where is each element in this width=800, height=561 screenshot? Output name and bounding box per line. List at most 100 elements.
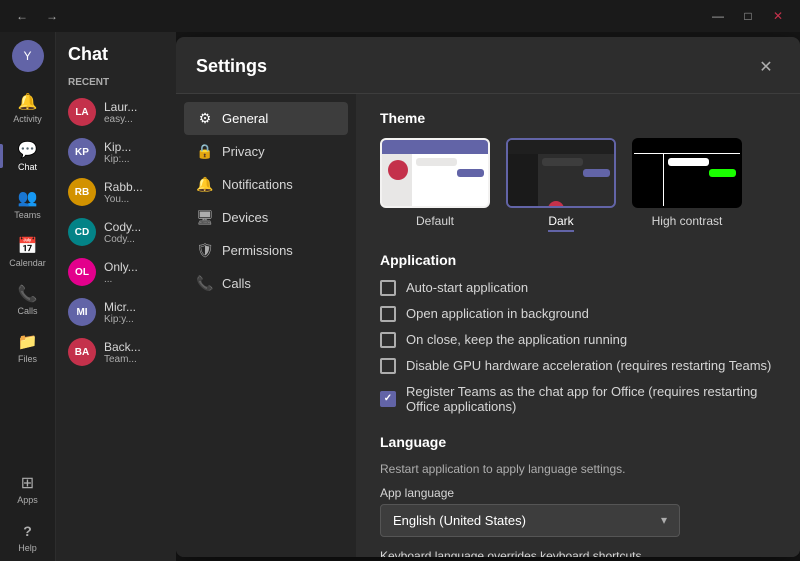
sidebar-item-files[interactable]: 📁 Files	[0, 324, 55, 372]
app-language-label: App language	[380, 486, 776, 500]
list-item[interactable]: RB Rabb... You...	[56, 172, 176, 212]
calls-icon: 📞	[18, 284, 38, 304]
sidebar-item-calls[interactable]: 📞 Calls	[0, 276, 55, 324]
checkbox-box-keep-running[interactable]	[380, 332, 396, 348]
theme-label-hc: High contrast	[652, 214, 723, 228]
teams-label: Teams	[14, 210, 41, 220]
left-nav: Y 🔔 Activity 💬 Chat 👥 Teams 📅 Calendar 📞…	[0, 32, 56, 561]
language-description: Restart application to apply language se…	[380, 462, 776, 476]
avatar: KP	[68, 138, 96, 166]
user-avatar[interactable]: Y	[12, 40, 44, 72]
notifications-label: Notifications	[222, 177, 293, 192]
language-section-title: Language	[380, 434, 776, 450]
checkbox-label-keep-running: On close, keep the application running	[406, 332, 627, 347]
calendar-icon: 📅	[18, 236, 38, 256]
theme-option-default[interactable]: Default	[380, 138, 490, 232]
checkbox-open-bg[interactable]: Open application in background	[380, 306, 776, 322]
sidebar-item-apps[interactable]: ⊞ Apps	[0, 465, 55, 513]
checkbox-label-disable-gpu: Disable GPU hardware acceleration (requi…	[406, 358, 771, 373]
application-section-title: Application	[380, 252, 776, 268]
main-content: 📞 🎥 ⋯ ⤢ wden now sToo at DT → Settin	[176, 32, 800, 561]
checkbox-register-teams[interactable]: Register Teams as the chat app for Offic…	[380, 384, 776, 414]
apps-label: Apps	[17, 495, 38, 505]
settings-nav-general[interactable]: ⚙ General	[184, 102, 348, 135]
maximize-button[interactable]: □	[734, 4, 762, 28]
sidebar-item-chat[interactable]: 💬 Chat	[0, 132, 55, 180]
contact-info: Micr... Kip:y...	[104, 300, 176, 325]
modal-header: Settings ✕	[176, 37, 800, 94]
settings-nav-notifications[interactable]: 🔔 Notifications	[184, 168, 348, 201]
settings-nav-permissions[interactable]: 🛡 Permissions	[184, 234, 348, 267]
calendar-label: Calendar	[9, 258, 46, 268]
checkbox-box-register-teams[interactable]	[380, 391, 396, 407]
sidebar: Chat Recent LA Laur... easy... KP Kip...…	[56, 32, 176, 561]
theme-preview-hc	[632, 138, 742, 208]
apps-icon: ⊞	[18, 473, 38, 493]
application-section: Auto-start application Open application …	[380, 280, 776, 414]
files-icon: 📁	[18, 332, 38, 352]
chat-label: Chat	[18, 162, 37, 172]
devices-label: Devices	[222, 210, 268, 225]
sidebar-item-activity[interactable]: 🔔 Activity	[0, 84, 55, 132]
sidebar-item-teams[interactable]: 👥 Teams	[0, 180, 55, 228]
settings-content: Theme	[356, 94, 800, 557]
checkbox-label-open-bg: Open application in background	[406, 306, 589, 321]
theme-option-dark[interactable]: Dark	[506, 138, 616, 232]
calls-label: Calls	[17, 306, 37, 316]
general-icon: ⚙	[196, 110, 214, 127]
language-section: Restart application to apply language se…	[380, 462, 776, 557]
checkbox-keep-running[interactable]: On close, keep the application running	[380, 332, 776, 348]
back-button[interactable]: ←	[8, 4, 36, 28]
app-language-select[interactable]: English (United States) ▾	[380, 504, 680, 537]
list-item[interactable]: KP Kip... Kip:...	[56, 132, 176, 172]
sidebar-section: Recent	[56, 73, 176, 92]
checkbox-box-open-bg[interactable]	[380, 306, 396, 322]
settings-nav-privacy[interactable]: 🔒 Privacy	[184, 135, 348, 168]
window-close-button[interactable]: ✕	[764, 4, 792, 28]
modal-body: ⚙ General 🔒 Privacy 🔔 Notifications	[176, 94, 800, 557]
permissions-icon: 🛡	[196, 242, 214, 259]
settings-nav: ⚙ General 🔒 Privacy 🔔 Notifications	[176, 94, 356, 557]
theme-label-dark: Dark	[548, 214, 573, 232]
checkbox-label-register-teams: Register Teams as the chat app for Offic…	[406, 384, 776, 414]
list-item[interactable]: OL Only... ...	[56, 252, 176, 292]
checkbox-autostart[interactable]: Auto-start application	[380, 280, 776, 296]
top-bar: ← → — □ ✕	[0, 0, 800, 32]
app-language-arrow: ▾	[661, 513, 667, 527]
theme-preview-dark	[506, 138, 616, 208]
calls-nav-label: Calls	[222, 276, 251, 291]
list-item[interactable]: MI Micr... Kip:y...	[56, 292, 176, 332]
theme-option-high-contrast[interactable]: High contrast	[632, 138, 742, 232]
forward-button[interactable]: →	[38, 4, 66, 28]
checkbox-disable-gpu[interactable]: Disable GPU hardware acceleration (requi…	[380, 358, 776, 374]
teams-icon: 👥	[18, 188, 38, 208]
sidebar-item-help[interactable]: ? Help	[0, 513, 55, 561]
contact-info: Kip... Kip:...	[104, 140, 176, 165]
contact-info: Only... ...	[104, 260, 176, 285]
list-item[interactable]: CD Cody... Cody...	[56, 212, 176, 252]
main-layout: Y 🔔 Activity 💬 Chat 👥 Teams 📅 Calendar 📞…	[0, 32, 800, 561]
settings-nav-calls[interactable]: 📞 Calls	[184, 267, 348, 300]
activity-icon: 🔔	[18, 92, 38, 112]
avatar: CD	[68, 218, 96, 246]
sidebar-item-calendar[interactable]: 📅 Calendar	[0, 228, 55, 276]
contact-info: Rabb... You...	[104, 180, 176, 205]
help-icon: ?	[18, 521, 38, 541]
modal-title: Settings	[196, 56, 267, 77]
checkbox-box-disable-gpu[interactable]	[380, 358, 396, 374]
theme-options: Default	[380, 138, 776, 232]
theme-preview-default	[380, 138, 490, 208]
list-item[interactable]: LA Laur... easy...	[56, 92, 176, 132]
checkbox-box-autostart[interactable]	[380, 280, 396, 296]
modal-close-button[interactable]: ✕	[752, 53, 780, 81]
notifications-icon: 🔔	[196, 176, 214, 193]
settings-nav-devices[interactable]: 🖥 Devices	[184, 201, 348, 234]
minimize-button[interactable]: —	[704, 4, 732, 28]
list-item[interactable]: BA Back... Team...	[56, 332, 176, 372]
privacy-label: Privacy	[222, 144, 265, 159]
theme-label-default: Default	[416, 214, 454, 228]
sidebar-title: Chat	[56, 32, 176, 73]
help-label: Help	[18, 543, 37, 553]
contact-info: Back... Team...	[104, 340, 176, 365]
app-language-value: English (United States)	[393, 513, 526, 528]
